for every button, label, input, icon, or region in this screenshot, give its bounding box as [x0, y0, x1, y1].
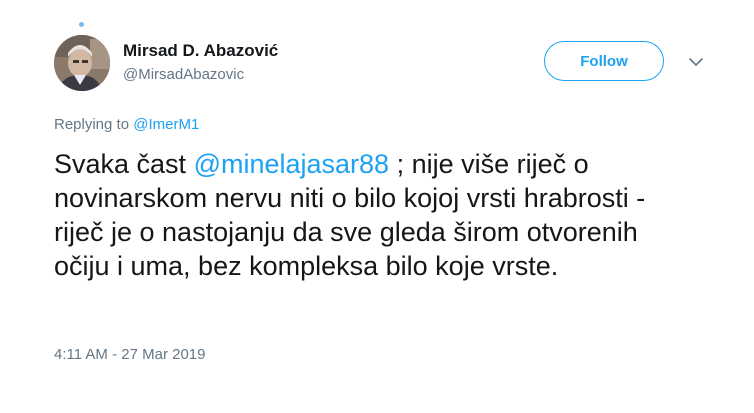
avatar[interactable] [54, 35, 110, 91]
follow-button[interactable]: Follow [544, 41, 664, 81]
avatar-image [54, 35, 110, 91]
reply-context: Replying to @ImerM1 [54, 116, 199, 133]
tweet-text: Svaka čast @minelajasar88 ; nije više ri… [54, 147, 694, 283]
tweet-timestamp[interactable]: 4:11 AM - 27 Mar 2019 [54, 346, 205, 363]
author-name[interactable]: Mirsad D. Abazović [123, 41, 278, 61]
tweet-card: Mirsad D. Abazović @MirsadAbazovic Follo… [0, 0, 754, 413]
author-handle[interactable]: @MirsadAbazovic [123, 66, 244, 83]
follow-button-label: Follow [580, 52, 628, 70]
tweet-text-lead: Svaka čast [54, 149, 194, 179]
reply-to-handle-link[interactable]: @ImerM1 [133, 116, 199, 133]
indicator-dot [79, 22, 84, 27]
reply-context-prefix: Replying to [54, 116, 134, 133]
mention-link[interactable]: @minelajasar88 [194, 149, 390, 179]
chevron-down-icon[interactable] [688, 56, 704, 68]
